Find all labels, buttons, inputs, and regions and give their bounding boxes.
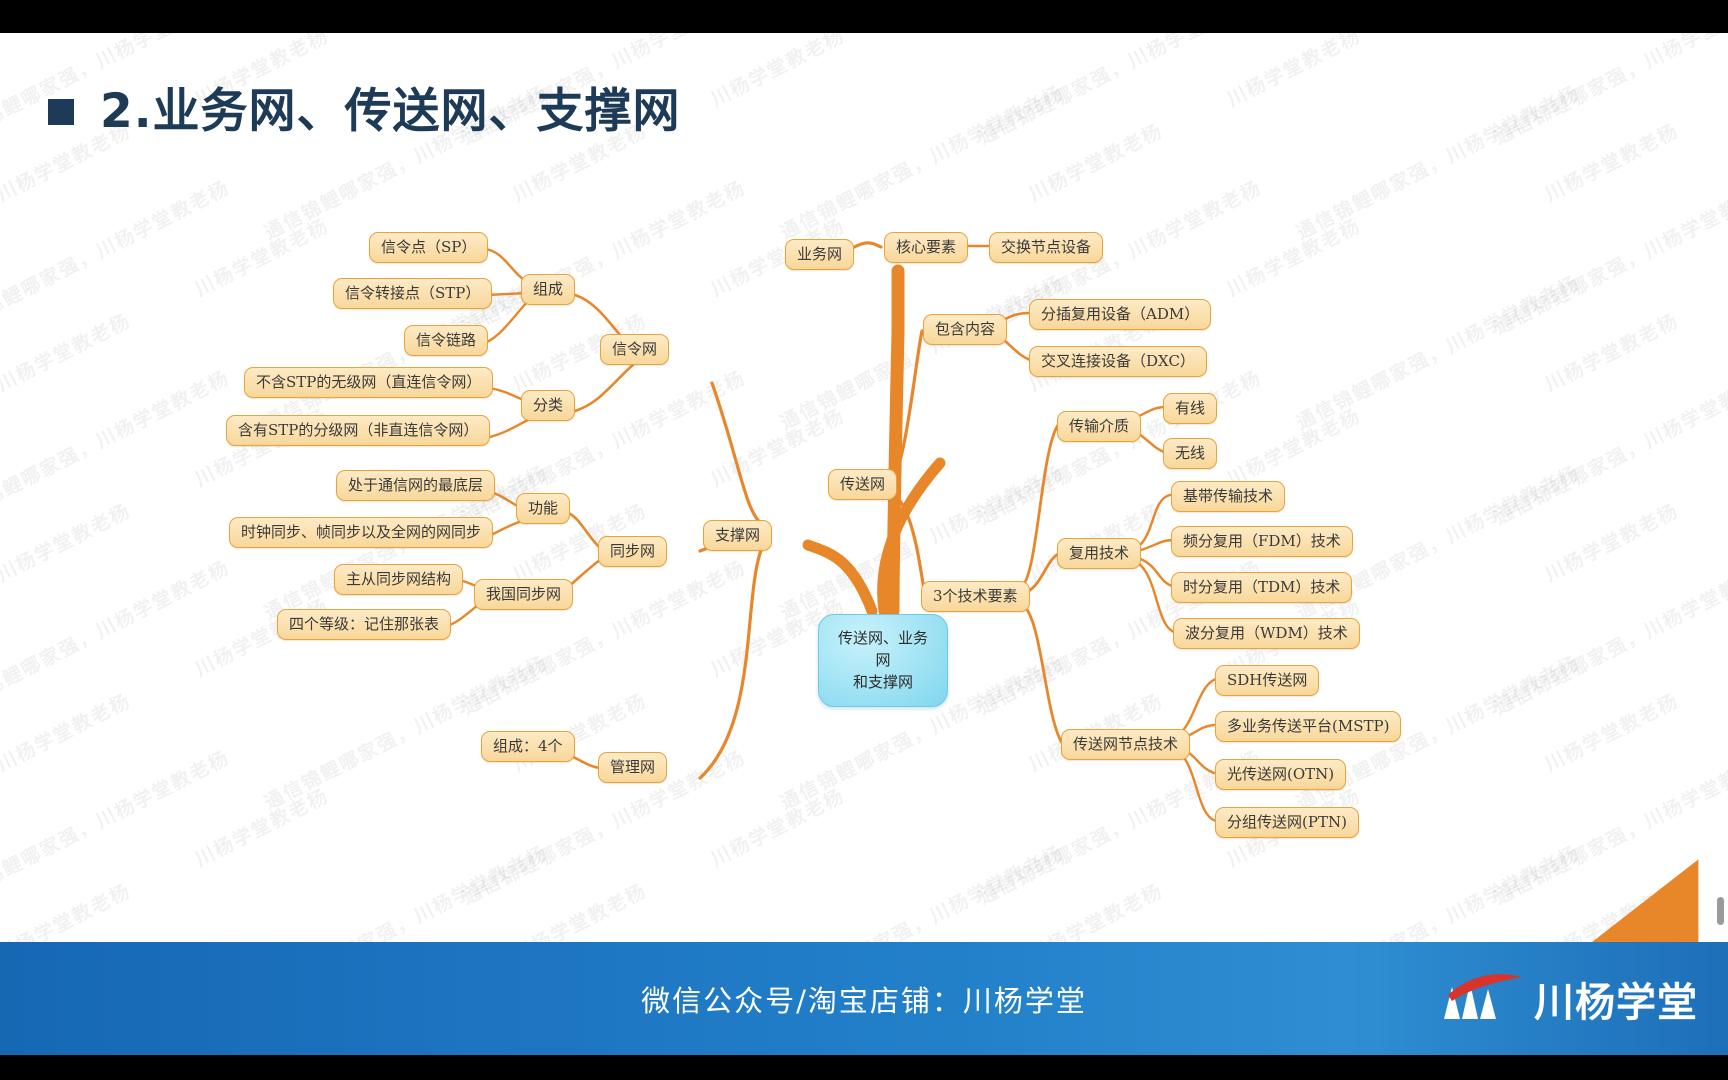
node-transmission-medium[interactable]: 传输介质 bbox=[1057, 411, 1142, 442]
node-four-levels[interactable]: 四个等级：记住那张表 bbox=[277, 609, 452, 640]
node-sync-function[interactable]: 功能 bbox=[516, 493, 571, 524]
node-support-network[interactable]: 支撑网 bbox=[703, 520, 773, 551]
center-node-line1: 传送网、业务网 bbox=[837, 629, 928, 669]
node-fdm[interactable]: 频分复用（FDM）技术 bbox=[1171, 526, 1353, 557]
node-wdm[interactable]: 波分复用（WDM）技术 bbox=[1173, 618, 1360, 649]
node-sync-network[interactable]: 同步网 bbox=[598, 536, 668, 567]
footer-brand: 川杨学堂 bbox=[1438, 970, 1698, 1028]
letterbox-top bbox=[0, 0, 1728, 33]
node-signaling-classification[interactable]: 分类 bbox=[521, 390, 576, 421]
node-master-slave-structure[interactable]: 主从同步网结构 bbox=[334, 564, 464, 595]
page-title: 2.业务网、传送网、支撑网 bbox=[48, 88, 681, 135]
node-signaling-point-sp[interactable]: 信令点（SP） bbox=[369, 232, 489, 263]
footer-text: 微信公众号/淘宝店铺：川杨学堂 bbox=[641, 983, 1087, 1018]
footer-bar: 微信公众号/淘宝店铺：川杨学堂 川杨学堂 bbox=[0, 942, 1728, 1055]
brand-logo-icon bbox=[1444, 973, 1522, 1019]
bullet-square-icon bbox=[48, 98, 74, 125]
node-with-stp-hierarchical-network[interactable]: 含有STP的分级网（非直连信令网） bbox=[226, 415, 491, 446]
node-core-elements[interactable]: 核心要素 bbox=[884, 232, 969, 263]
node-transport-network[interactable]: 传送网 bbox=[828, 469, 898, 500]
node-bottom-layer[interactable]: 处于通信网的最底层 bbox=[336, 470, 496, 501]
node-clock-frame-sync[interactable]: 时钟同步、帧同步以及全网的网同步 bbox=[229, 517, 494, 548]
node-business-network[interactable]: 业务网 bbox=[785, 239, 855, 270]
node-multiplexing-tech[interactable]: 复用技术 bbox=[1057, 538, 1142, 569]
node-tdm[interactable]: 时分复用（TDM）技术 bbox=[1171, 572, 1353, 603]
node-no-stp-flat-network[interactable]: 不含STP的无级网（直连信令网） bbox=[244, 367, 494, 398]
node-signaling-link[interactable]: 信令链路 bbox=[404, 325, 489, 356]
node-three-tech-elements[interactable]: 3个技术要素 bbox=[921, 581, 1030, 612]
page-title-text: 2.业务网、传送网、支撑网 bbox=[100, 84, 681, 139]
slide-canvas: 通信锦鲤哪家强，川杨学堂教老杨 川杨学堂教老杨 通信锦鲤哪家强，川杨学堂教老杨 川杨学… bbox=[0, 33, 1728, 1055]
node-dxc-device[interactable]: 交叉连接设备（DXC） bbox=[1029, 346, 1207, 377]
node-switching-node-device[interactable]: 交换节点设备 bbox=[989, 232, 1104, 263]
node-china-sync-network[interactable]: 我国同步网 bbox=[474, 579, 574, 610]
node-wired[interactable]: 有线 bbox=[1163, 393, 1218, 424]
center-node-line2: 和支撑网 bbox=[852, 672, 913, 691]
letterbox-bottom bbox=[0, 1055, 1728, 1080]
node-management-composition[interactable]: 组成：4个 bbox=[481, 731, 575, 762]
node-signaling-composition[interactable]: 组成 bbox=[521, 274, 576, 305]
node-adm-device[interactable]: 分插复用设备（ADM） bbox=[1029, 299, 1212, 330]
scrollbar-thumb[interactable] bbox=[1717, 897, 1724, 925]
mindmap: 传送网、业务网 和支撑网 业务网 核心要素 交换节点设备 传送网 包含内容 分插… bbox=[0, 33, 1728, 1055]
brand-name: 川杨学堂 bbox=[1534, 979, 1698, 1026]
node-wireless[interactable]: 无线 bbox=[1163, 438, 1218, 469]
node-management-network[interactable]: 管理网 bbox=[598, 752, 668, 783]
node-signaling-network[interactable]: 信令网 bbox=[600, 334, 670, 365]
node-baseband-transmission[interactable]: 基带传输技术 bbox=[1171, 481, 1286, 512]
node-contained-content[interactable]: 包含内容 bbox=[923, 314, 1008, 345]
node-stp[interactable]: 信令转接点（STP） bbox=[333, 278, 493, 309]
